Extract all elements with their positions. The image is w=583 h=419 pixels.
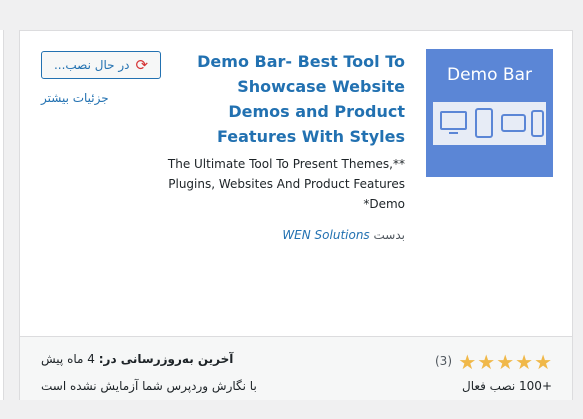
refresh-icon: ⟳ bbox=[135, 55, 149, 74]
description-line: *Demo bbox=[363, 197, 405, 211]
installing-button[interactable]: ⟳ در حال نصب... bbox=[41, 51, 161, 79]
description-line: The Ultimate Tool To Present Themes,** bbox=[167, 157, 405, 171]
devices-icon bbox=[440, 108, 544, 138]
author-prefix: بدست bbox=[373, 228, 405, 242]
title-line: Demo Bar- Best Tool To bbox=[197, 52, 405, 71]
star-filled-icon: ★ bbox=[458, 350, 477, 374]
more-details-link[interactable]: جزئیات بیشتر bbox=[41, 91, 109, 105]
plugin-description: The Ultimate Tool To Present Themes,** P… bbox=[155, 154, 405, 214]
thumbnail-text: Demo Bar bbox=[447, 65, 532, 85]
star-filled-icon: ★ bbox=[496, 350, 515, 374]
compatibility-notice: با نگارش وردپرس شما آزمایش نشده است bbox=[41, 379, 257, 393]
title-line: Showcase Website bbox=[237, 77, 405, 96]
plugin-author: WEN Solutions بدست bbox=[282, 228, 405, 242]
plugin-card: Demo Bar Demo Bar- Best Tool To Showcase… bbox=[19, 30, 573, 400]
title-line: Features With Styles bbox=[216, 127, 405, 146]
description-line: Plugins, Websites And Product Features bbox=[168, 177, 405, 191]
title-line: Demos and Product bbox=[228, 102, 405, 121]
star-filled-icon: ★ bbox=[534, 350, 552, 374]
install-button-label: در حال نصب... bbox=[53, 58, 130, 72]
star-filled-icon: ★ bbox=[477, 350, 496, 374]
star-rating: ★ ★ ★ ★ ★ bbox=[458, 352, 552, 372]
star-filled-icon: ★ bbox=[515, 350, 534, 374]
previous-card-edge bbox=[0, 30, 4, 400]
author-link[interactable]: WEN Solutions bbox=[282, 228, 369, 242]
active-installs: +100 نصب فعال bbox=[461, 379, 552, 393]
plugin-card-footer: ★ ★ ★ ★ ★ (3) +100 نصب فعال آخرین به‌روز… bbox=[20, 336, 572, 400]
last-updated-label: آخرین به‌روزرسانی در: bbox=[98, 352, 234, 366]
last-updated: آخرین به‌روزرسانی در: 4 ماه پیش bbox=[41, 352, 233, 366]
plugin-thumbnail[interactable]: Demo Bar bbox=[426, 49, 553, 177]
plugin-title[interactable]: Demo Bar- Best Tool To Showcase Website … bbox=[175, 49, 405, 149]
last-updated-value: 4 ماه پیش bbox=[41, 352, 95, 366]
rating-count-link[interactable]: (3) bbox=[435, 354, 452, 368]
